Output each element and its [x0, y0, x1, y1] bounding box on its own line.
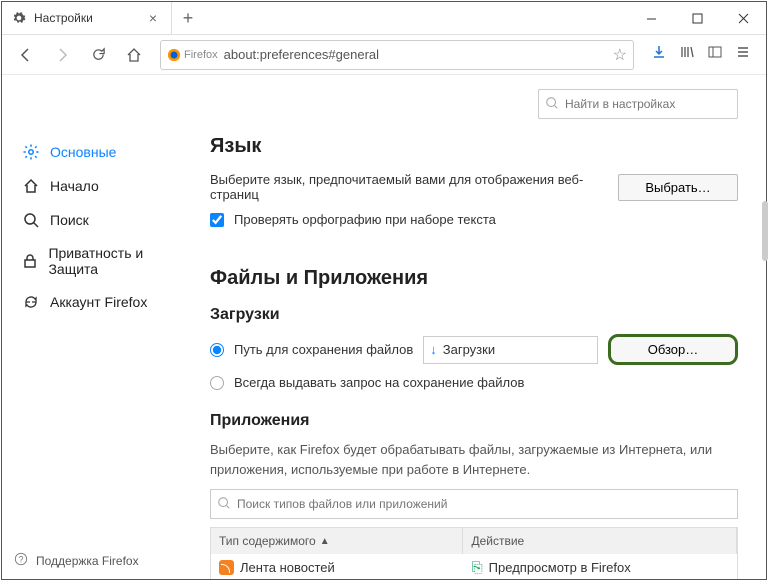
col-content-type[interactable]: Тип содержимого ▲	[211, 528, 463, 554]
gear-icon	[12, 11, 26, 25]
search-icon	[217, 496, 231, 515]
apps-search-input[interactable]	[210, 489, 738, 519]
support-link[interactable]: ? Поддержка Firefox	[14, 552, 139, 569]
home-button[interactable]	[118, 39, 150, 71]
sidebar-item-home[interactable]: Начало	[14, 169, 192, 203]
always-ask-radio[interactable]	[210, 376, 224, 390]
sidebar-item-privacy[interactable]: Приватность и Защита	[14, 237, 192, 285]
titlebar: Настройки × +	[2, 2, 766, 35]
search-icon	[22, 211, 40, 229]
menu-icon[interactable]	[734, 44, 752, 65]
language-desc: Выберите язык, предпочитаемый вами для о…	[210, 172, 608, 202]
tab-title: Настройки	[34, 11, 137, 25]
help-icon: ?	[14, 552, 28, 569]
files-heading: Файлы и Приложения	[210, 267, 738, 290]
sidebar-item-search[interactable]: Поиск	[14, 203, 192, 237]
sidebar-item-sync[interactable]: Аккаунт Firefox	[14, 285, 192, 319]
spellcheck-checkbox[interactable]	[210, 213, 224, 227]
apps-desc: Выберите, как Firefox будет обрабатывать…	[210, 440, 738, 479]
download-arrow-icon: ↓	[430, 342, 437, 357]
search-icon	[545, 96, 559, 115]
sort-asc-icon: ▲	[320, 536, 330, 547]
url-text: about:preferences#general	[224, 47, 607, 62]
toolbar: Firefox about:preferences#general ☆	[2, 35, 766, 75]
new-tab-button[interactable]: +	[172, 2, 204, 34]
spellcheck-label: Проверять орфографию при наборе текста	[234, 212, 496, 227]
home-icon	[22, 177, 40, 195]
browse-button[interactable]: Обзор…	[608, 334, 738, 365]
reload-button[interactable]	[82, 39, 114, 71]
choose-language-button[interactable]: Выбрать…	[618, 174, 738, 201]
minimize-button[interactable]	[628, 2, 674, 34]
maximize-button[interactable]	[674, 2, 720, 34]
sidebar-item-label: Поиск	[50, 212, 89, 228]
always-ask-label: Всегда выдавать запрос на сохранение фай…	[234, 375, 524, 390]
table-row[interactable]: Лента новостей ⎘Предпросмотр в Firefox	[211, 554, 737, 579]
apps-table: Тип содержимого ▲ Действие Лента новосте…	[210, 527, 738, 579]
download-path-field[interactable]: ↓ Загрузки	[423, 336, 598, 364]
settings-search	[538, 89, 738, 119]
sidebar-item-label: Начало	[50, 178, 99, 194]
address-bar[interactable]: Firefox about:preferences#general ☆	[160, 40, 634, 70]
save-path-label: Путь для сохранения файлов	[234, 342, 413, 357]
sidebar-toggle-icon[interactable]	[706, 44, 724, 65]
download-path-value: Загрузки	[443, 342, 495, 357]
main-content: Язык Выберите язык, предпочитаемый вами …	[192, 75, 766, 579]
downloads-icon[interactable]	[650, 44, 668, 65]
identity-label: Firefox	[184, 49, 218, 61]
library-icon[interactable]	[678, 44, 696, 65]
identity-badge: Firefox	[167, 48, 218, 62]
forward-button[interactable]	[46, 39, 78, 71]
col-action[interactable]: Действие	[463, 528, 737, 554]
language-heading: Язык	[210, 135, 738, 158]
save-to-path-radio[interactable]	[210, 343, 224, 357]
bookmark-star-icon[interactable]: ☆	[613, 45, 627, 65]
downloads-subheading: Загрузки	[210, 306, 738, 324]
sidebar-item-label: Аккаунт Firefox	[50, 294, 147, 310]
back-button[interactable]	[10, 39, 42, 71]
support-label: Поддержка Firefox	[36, 554, 139, 568]
browser-tab[interactable]: Настройки ×	[2, 2, 172, 34]
feed-icon	[219, 560, 234, 575]
gear-icon	[22, 143, 40, 161]
svg-text:?: ?	[19, 555, 24, 565]
apps-subheading: Приложения	[210, 412, 738, 430]
close-window-button[interactable]	[720, 2, 766, 34]
sidebar-item-label: Основные	[50, 144, 116, 160]
sidebar-item-general[interactable]: Основные	[14, 135, 192, 169]
window-controls	[628, 2, 766, 34]
tab-close-button[interactable]: ×	[145, 10, 161, 26]
scrollbar[interactable]	[762, 201, 768, 261]
settings-search-input[interactable]	[538, 89, 738, 119]
sync-icon	[22, 293, 40, 311]
sidebar: Основные Начало Поиск Приватность и Защи…	[2, 75, 192, 579]
preview-icon: ⎘	[471, 559, 482, 576]
lock-icon	[22, 252, 38, 270]
sidebar-item-label: Приватность и Защита	[48, 245, 184, 277]
